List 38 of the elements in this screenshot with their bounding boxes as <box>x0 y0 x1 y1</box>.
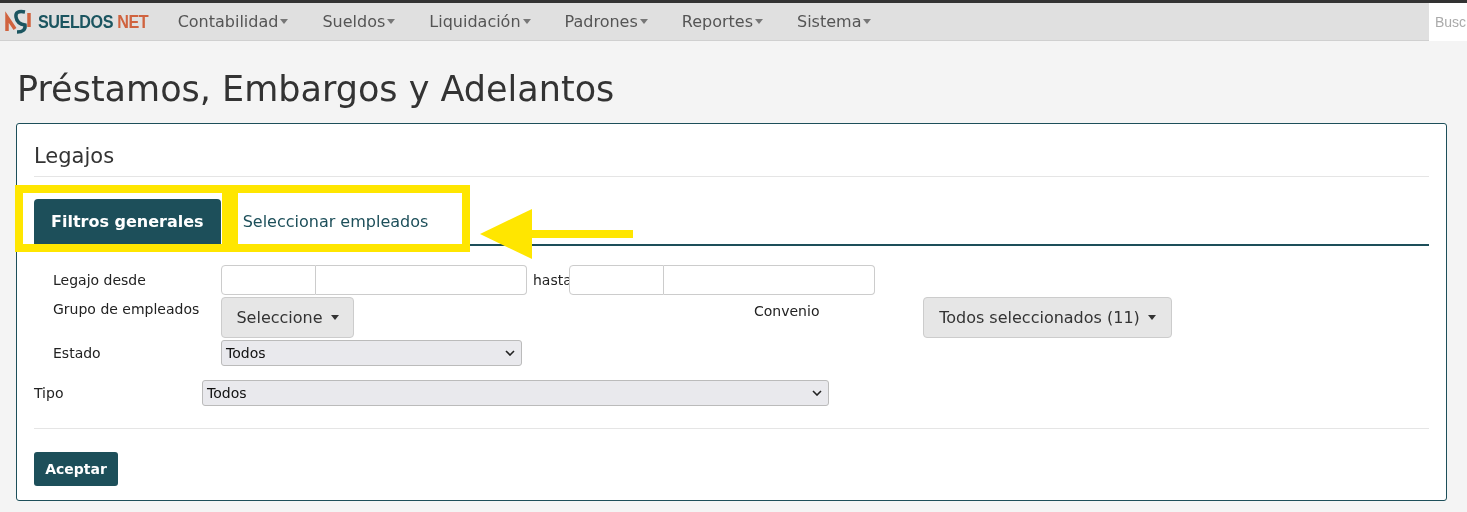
nav-menu-item[interactable]: Liquidación <box>429 12 531 31</box>
arrow-icon <box>480 209 634 259</box>
estado-select[interactable]: Todos <box>221 340 522 366</box>
legajo-to-input[interactable] <box>569 265 664 295</box>
field-label: Estado <box>53 345 102 361</box>
brand-name[interactable]: SUELDOS NET <box>38 10 149 33</box>
caret-icon <box>1147 315 1156 320</box>
field-label: Convenio <box>753 302 821 319</box>
chevron-down-icon <box>812 390 822 396</box>
caret-icon <box>387 19 396 24</box>
tipo-select[interactable]: Todos <box>202 380 829 406</box>
accept-button[interactable]: Aceptar <box>34 452 118 486</box>
field-label: Legajo desde <box>53 272 147 288</box>
caret-icon <box>639 19 648 24</box>
tab[interactable]: Seleccionar empleados <box>228 199 439 244</box>
nav-menu-item[interactable]: Contabilidad <box>177 12 289 31</box>
nav-menu-item[interactable]: Sistema <box>797 12 872 31</box>
logo-icon <box>4 8 32 35</box>
convenio-dropdown-button[interactable]: Todos seleccionados (11) <box>923 297 1172 338</box>
search-field[interactable]: Busc <box>1429 2 1467 41</box>
nav-menu-item[interactable]: Reportes <box>681 12 763 31</box>
group-dropdown-button[interactable]: Seleccione <box>221 297 354 338</box>
legajo-from-input[interactable] <box>316 265 527 295</box>
page-title: Préstamos, Embargos y Adelantos <box>17 69 616 109</box>
tab[interactable]: Filtros generales <box>34 199 221 244</box>
field-label: Tipo <box>34 385 65 401</box>
legajo-to-input[interactable] <box>664 265 875 295</box>
caret-icon <box>522 19 531 24</box>
nav-menu-item[interactable]: Padrones <box>564 12 648 31</box>
chevron-down-icon <box>505 350 515 356</box>
field-label: Grupo de empleados <box>53 300 201 317</box>
caret-icon <box>863 19 872 24</box>
caret-icon <box>330 315 339 320</box>
caret-icon <box>755 19 763 24</box>
legajo-from-input[interactable] <box>221 265 316 295</box>
panel-title: Legajos <box>34 144 1429 177</box>
nav-menu-item[interactable]: Sueldos <box>322 12 396 31</box>
caret-icon <box>280 19 289 24</box>
